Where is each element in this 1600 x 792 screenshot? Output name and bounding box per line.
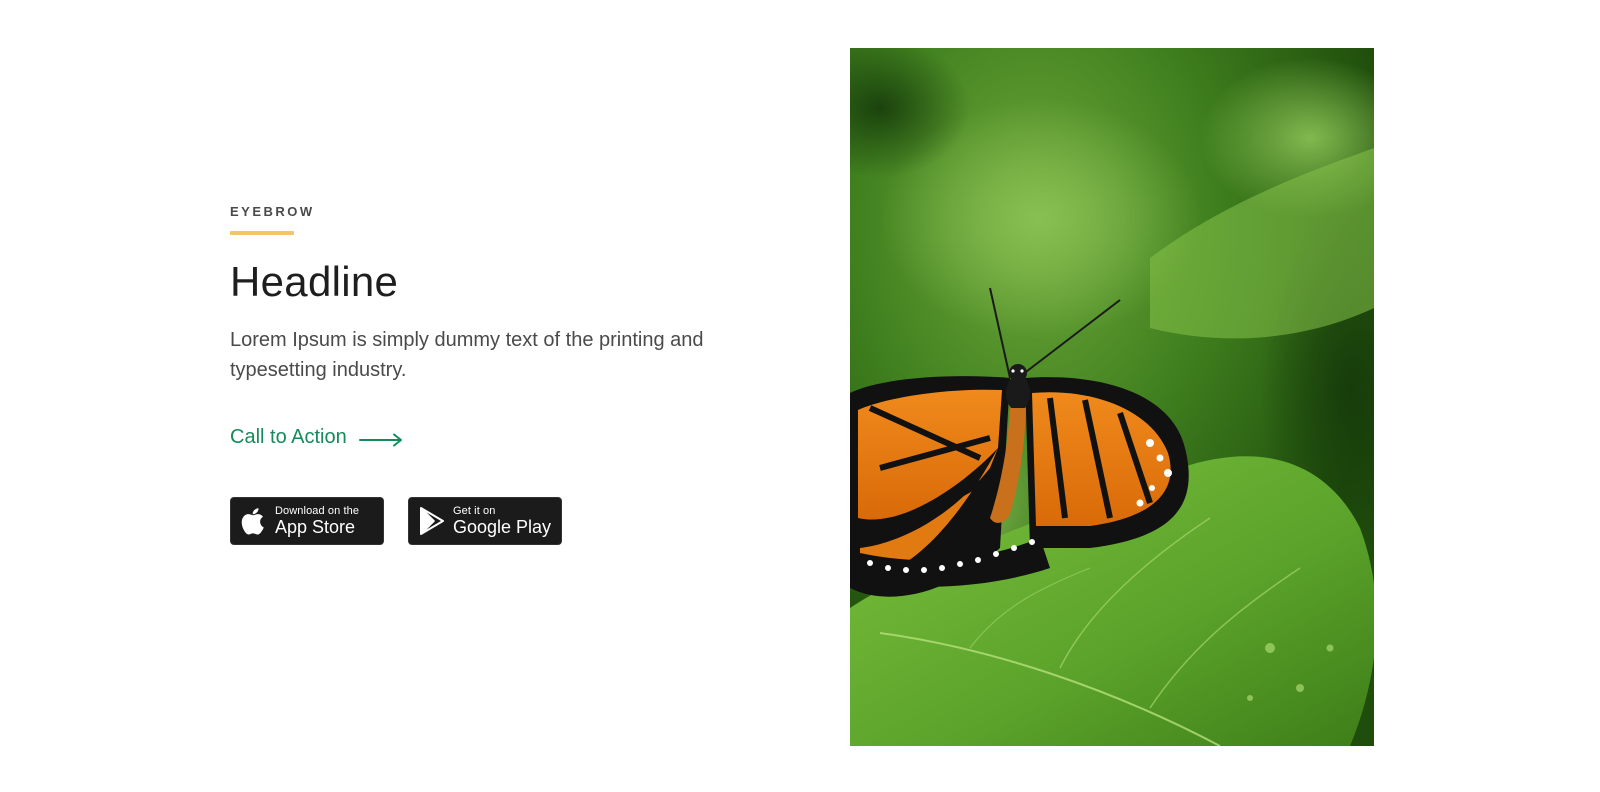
- google-play-button[interactable]: Get it on Google Play: [408, 497, 562, 545]
- arrow-right-icon: [358, 430, 403, 447]
- call-to-action-label: Call to Action: [230, 426, 347, 448]
- eyebrow-underline: [230, 231, 294, 235]
- page: EYEBROW Headline Lorem Ipsum is simply d…: [0, 0, 1600, 792]
- apple-icon: [241, 506, 267, 536]
- body-text: Lorem Ipsum is simply dummy text of the …: [230, 329, 704, 381]
- app-store-badges: Download on the App Store Get it on Goog…: [230, 497, 790, 545]
- app-store-large-label: App Store: [275, 517, 356, 537]
- google-play-icon: [419, 506, 445, 536]
- butterfly-image: [850, 48, 1374, 746]
- app-store-text: Download on the App Store: [275, 505, 359, 537]
- google-play-small-label: Get it on: [453, 505, 496, 517]
- google-play-text: Get it on Google Play: [453, 505, 551, 537]
- page-title: Headline: [230, 258, 399, 305]
- google-play-large-label: Google Play: [453, 517, 552, 537]
- app-store-small-label: Download on the: [275, 505, 360, 517]
- eyebrow: EYEBROW: [230, 204, 315, 219]
- call-to-action-link[interactable]: Call to Action: [230, 425, 403, 449]
- app-store-button[interactable]: Download on the App Store: [230, 497, 384, 545]
- hero-content: EYEBROW Headline Lorem Ipsum is simply d…: [230, 204, 790, 545]
- hero-image: [850, 48, 1374, 746]
